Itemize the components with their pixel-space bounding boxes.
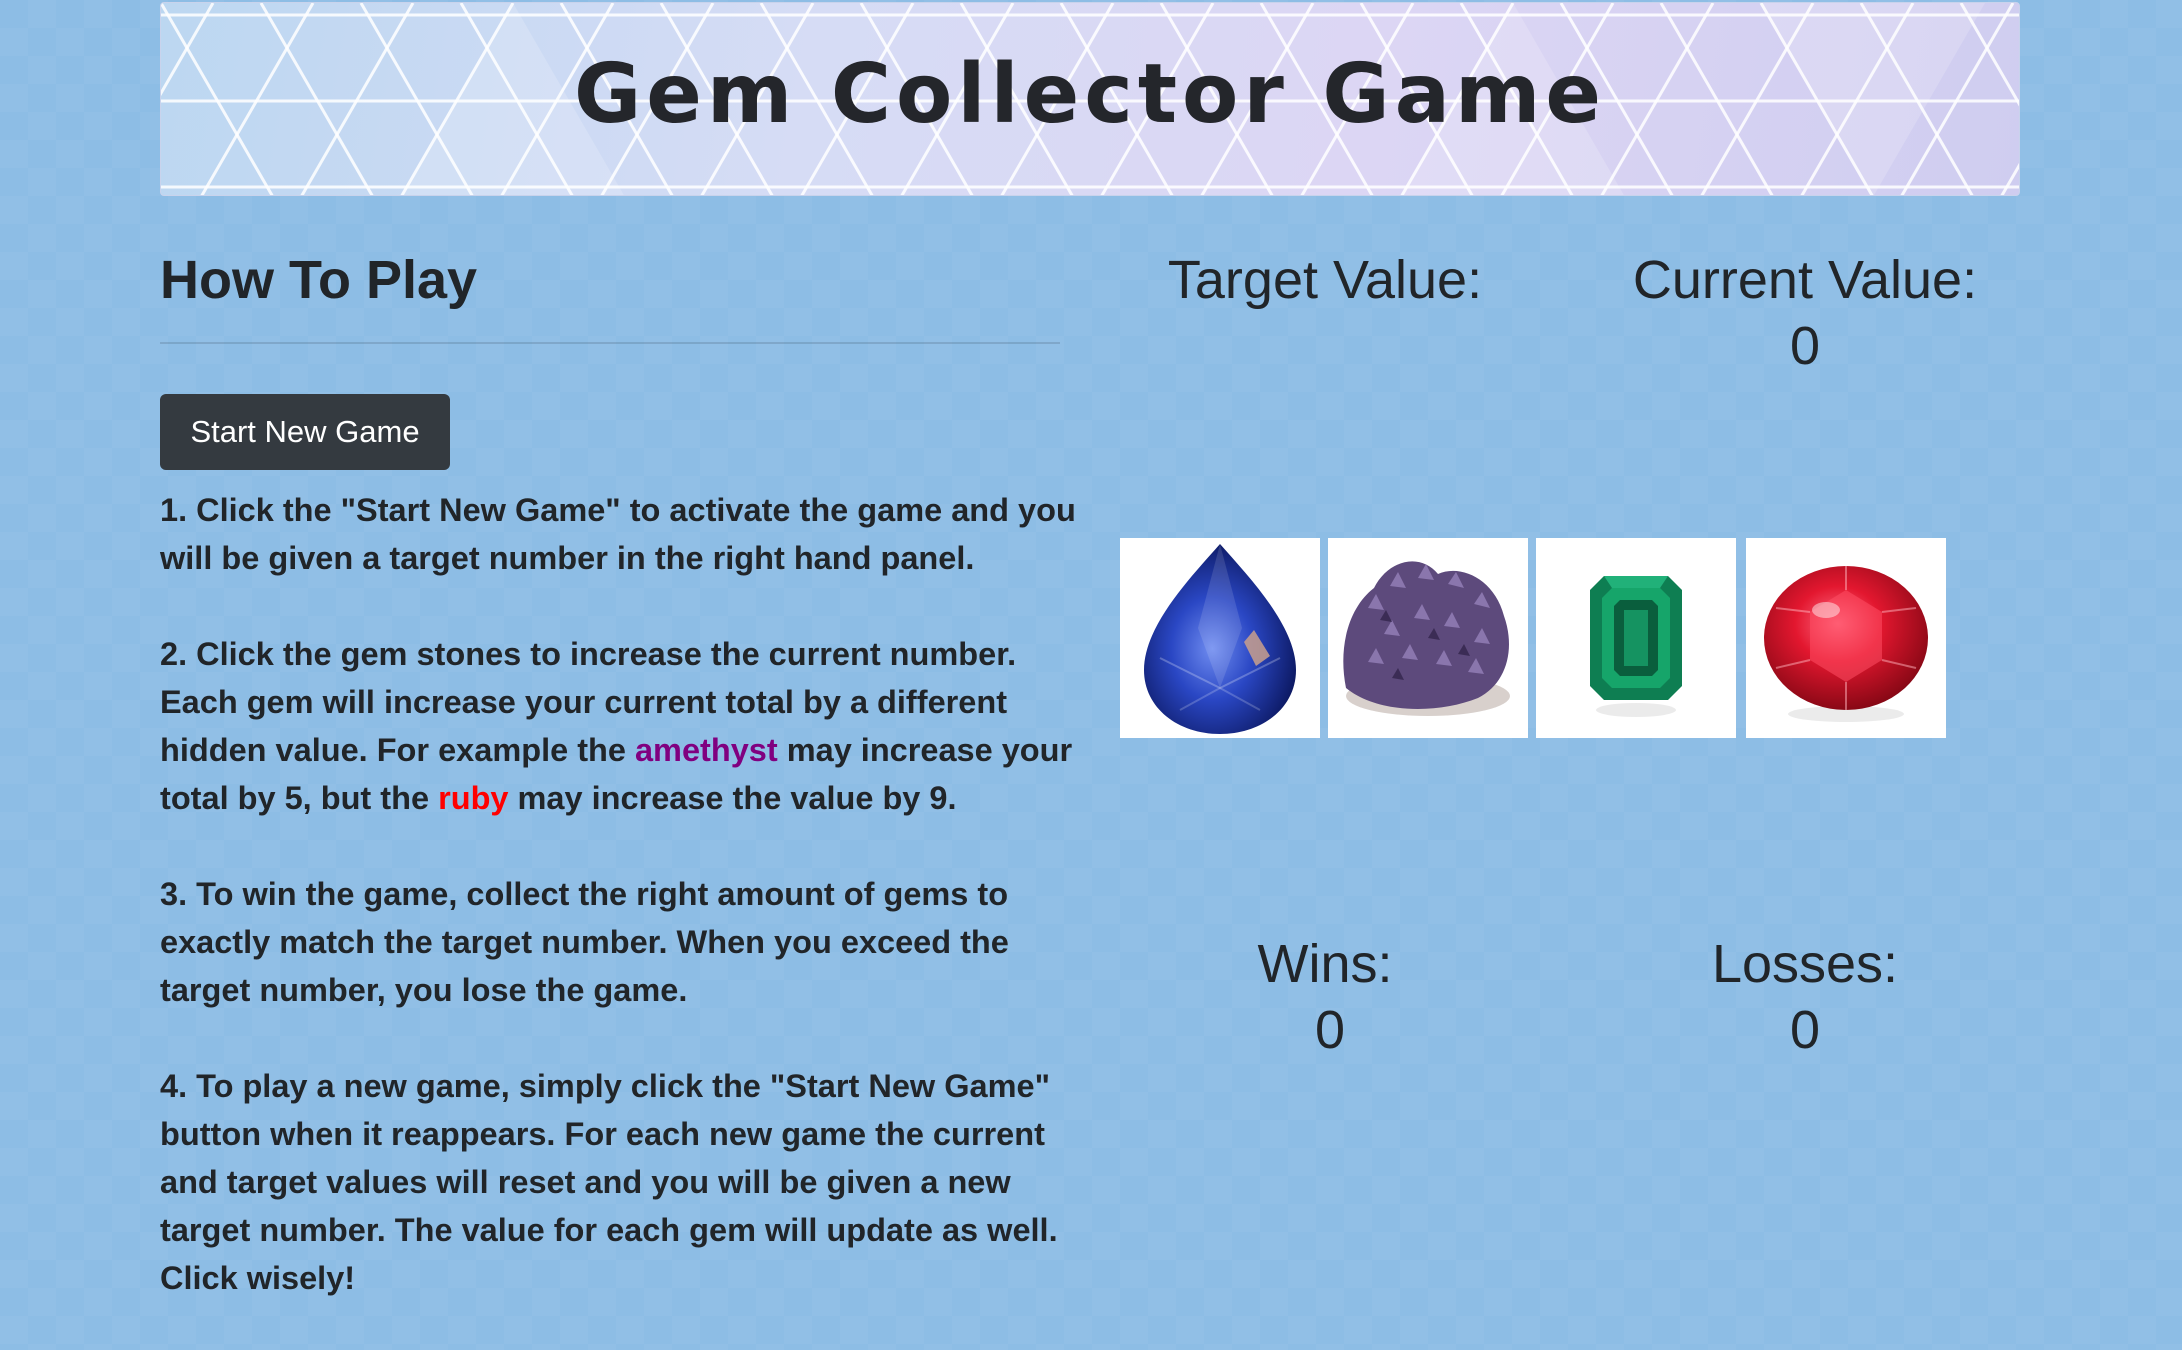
header-banner: Gem Collector Game bbox=[160, 2, 2020, 196]
losses-label: Losses: bbox=[1711, 934, 1899, 994]
current-value: 0 bbox=[1789, 316, 1821, 376]
amethyst-highlight: amethyst bbox=[634, 732, 778, 768]
emerald-gem-button[interactable] bbox=[1536, 538, 1736, 738]
amethyst-gem-button[interactable] bbox=[1328, 538, 1528, 738]
amethyst-icon bbox=[1343, 561, 1510, 716]
how-to-play-heading: How To Play bbox=[160, 250, 478, 310]
ruby-highlight: ruby bbox=[438, 780, 509, 816]
wins-value: 0 bbox=[1314, 1000, 1346, 1060]
instruction-step-3: 3. To win the game, collect the right am… bbox=[160, 876, 1009, 1008]
sapphire-icon bbox=[1144, 544, 1296, 734]
page-title: Gem Collector Game bbox=[573, 47, 1607, 142]
instruction-step-1: 1. Click the "Start New Game" to activat… bbox=[160, 492, 1076, 576]
instruction-step-4: 4. To play a new game, simply click the … bbox=[160, 1068, 1058, 1296]
sapphire-gem-button[interactable] bbox=[1120, 538, 1320, 738]
losses-value: 0 bbox=[1789, 1000, 1821, 1060]
section-divider bbox=[160, 342, 1060, 344]
instruction-step-2-part-3: may increase the value by 9. bbox=[508, 780, 957, 816]
target-value-label: Target Value: bbox=[1167, 250, 1483, 310]
instructions: 1. Click the "Start New Game" to activat… bbox=[160, 486, 1080, 1350]
instruction-step-2: 2. Click the gem stones to increase the … bbox=[160, 630, 1080, 822]
emerald-icon bbox=[1590, 576, 1682, 717]
ruby-gem-button[interactable] bbox=[1746, 538, 1946, 738]
start-new-game-button[interactable]: Start New Game bbox=[160, 394, 450, 470]
wins-label: Wins: bbox=[1257, 934, 1393, 994]
ruby-icon bbox=[1764, 566, 1928, 722]
current-value-label: Current Value: bbox=[1632, 250, 1978, 310]
